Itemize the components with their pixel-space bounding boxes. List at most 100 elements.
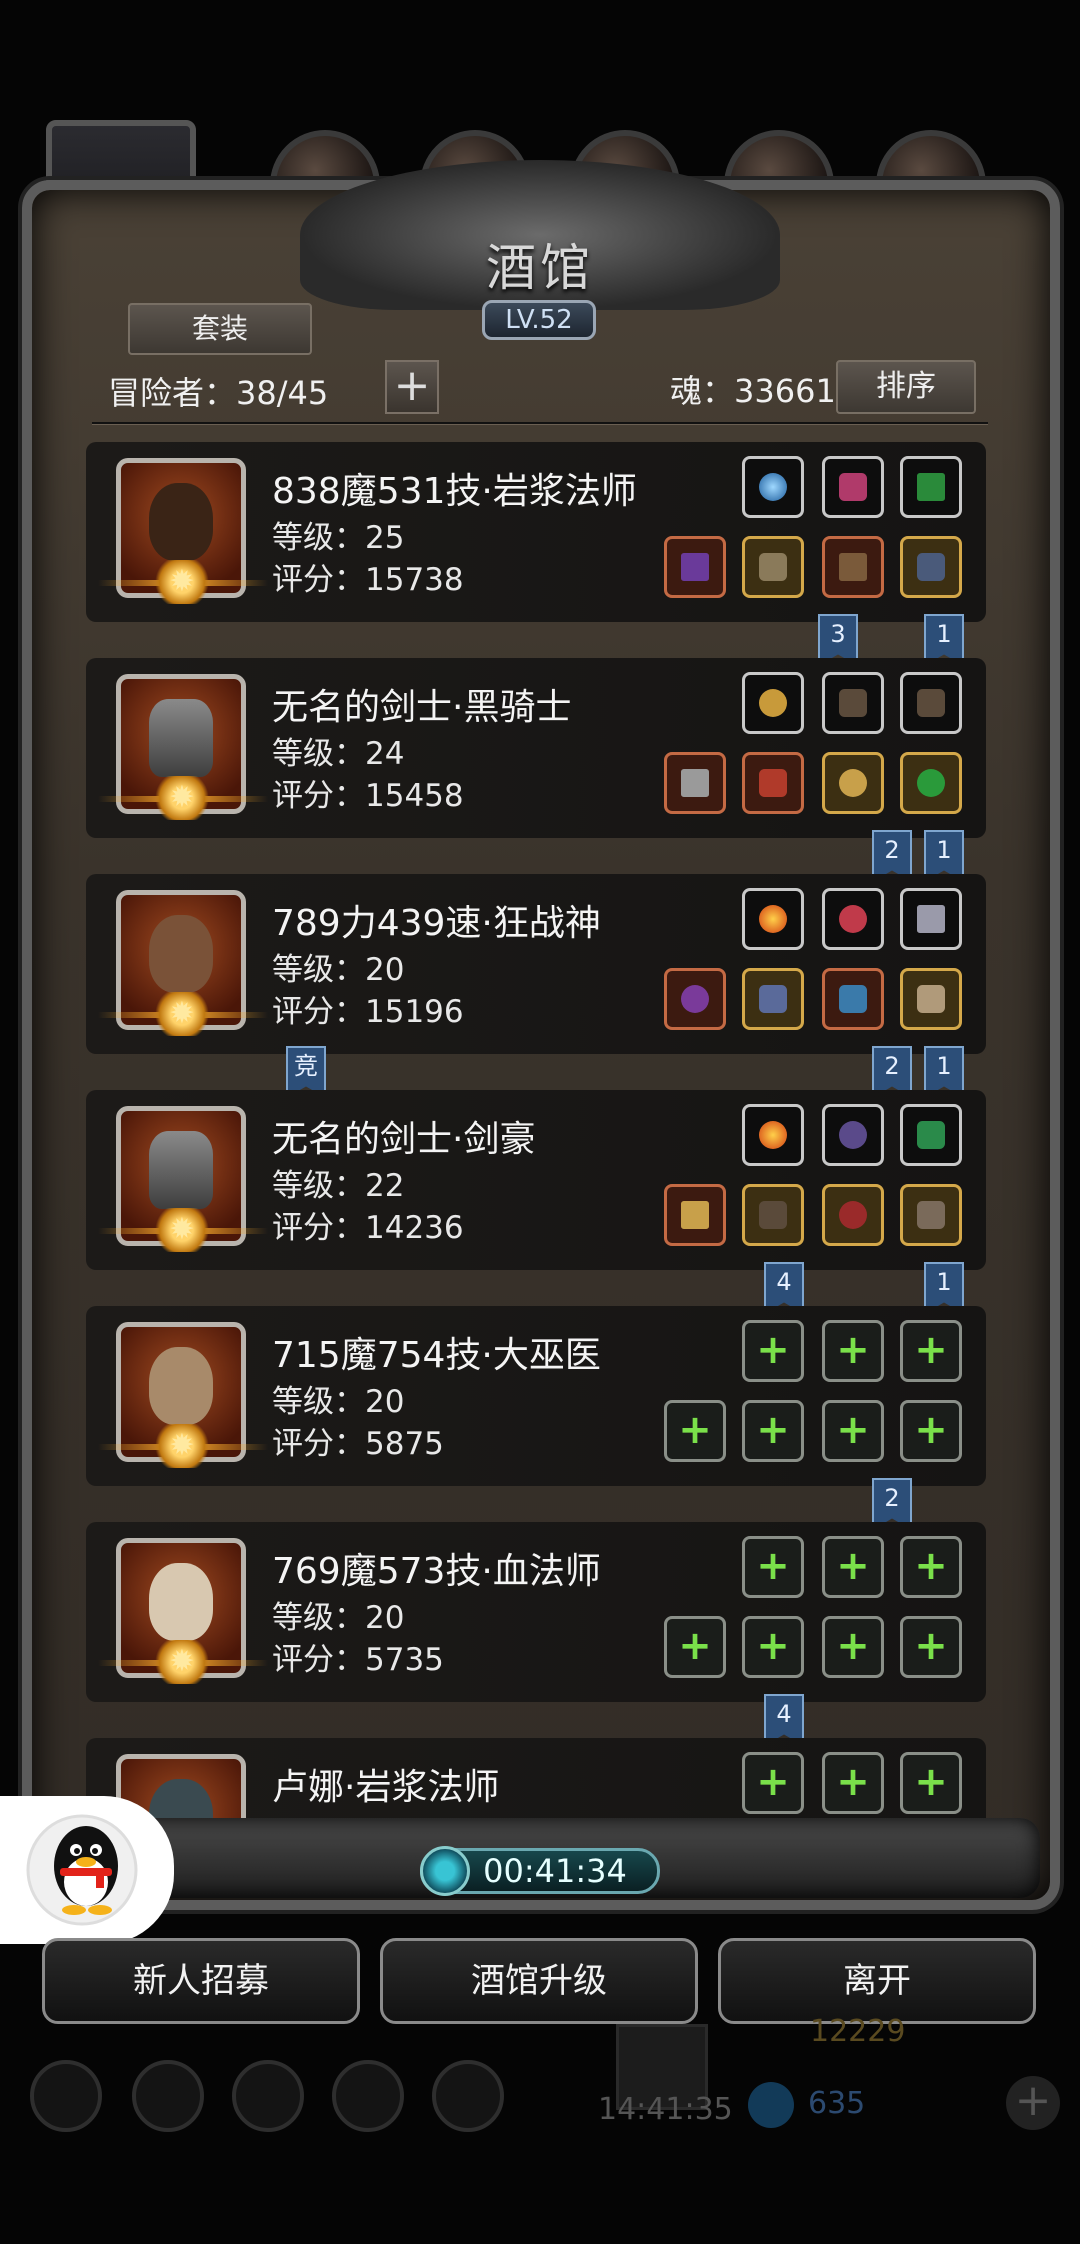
plus-icon: + xyxy=(756,1543,790,1589)
staff-weapon-icon[interactable] xyxy=(664,536,726,598)
tavern-upgrade-button[interactable]: 酒馆升级 xyxy=(380,1938,698,2024)
hero-row[interactable]: ✹ 无名的剑士·剑豪 等级：22 评分：14236 xyxy=(86,1090,986,1270)
shadow-orb-icon[interactable] xyxy=(822,1104,884,1166)
empty-slot-add[interactable]: + xyxy=(742,1400,804,1462)
hero-level: 等级：22 xyxy=(272,1168,405,1204)
empty-slot-add[interactable]: + xyxy=(742,1616,804,1678)
dragon-item-icon[interactable] xyxy=(900,1104,962,1166)
settings-icon xyxy=(30,2060,102,2132)
plus-icon: + xyxy=(914,1543,948,1589)
empty-slot-add[interactable]: + xyxy=(664,1400,726,1462)
qq-float-button[interactable] xyxy=(0,1796,174,1944)
plus-icon: + xyxy=(836,1759,870,1805)
empty-slot-add[interactable]: + xyxy=(822,1400,884,1462)
hero-level: 等级：20 xyxy=(272,1600,405,1636)
tavern-level-badge: LV.52 xyxy=(482,300,596,340)
leave-button[interactable]: 离开 xyxy=(718,1938,1036,2024)
plus-icon: + xyxy=(756,1327,790,1373)
plus-icon: + xyxy=(678,1407,712,1453)
plus-icon: + xyxy=(836,1407,870,1453)
fire-skill-icon[interactable] xyxy=(742,1104,804,1166)
hero-list[interactable]: ✹ 838魔531技·岩浆法师 等级：25 评分：15738 3 1 ✹ 无名的… xyxy=(86,442,996,1826)
gloves-item-icon[interactable] xyxy=(900,968,962,1030)
mace-weapon-icon[interactable] xyxy=(664,968,726,1030)
orb-item-icon[interactable] xyxy=(742,456,804,518)
hero-name: 无名的剑士·剑豪 xyxy=(272,1119,536,1160)
empty-slot-add[interactable]: + xyxy=(900,1400,962,1462)
empty-slot-add[interactable]: + xyxy=(822,1320,884,1382)
amulet-item-icon[interactable] xyxy=(742,672,804,734)
add-slot-button[interactable]: + xyxy=(385,360,439,414)
rank-icon xyxy=(132,2060,204,2132)
empty-slot-add[interactable]: + xyxy=(822,1752,884,1814)
hero-score: 评分：5875 xyxy=(272,1426,444,1462)
potion-item-icon[interactable] xyxy=(822,888,884,950)
empty-slot-add[interactable]: + xyxy=(900,1616,962,1678)
sort-button[interactable]: 排序 xyxy=(836,360,976,414)
rank-emblem-icon: ✹ xyxy=(152,560,212,604)
hero-score: 评分：5735 xyxy=(272,1642,444,1678)
boots-item-icon[interactable] xyxy=(900,536,962,598)
sword-weapon-icon[interactable] xyxy=(664,752,726,814)
gauntlet-item-icon[interactable] xyxy=(900,672,962,734)
boots-item-icon[interactable] xyxy=(900,1184,962,1246)
shop-icon xyxy=(432,2060,504,2132)
armor-item-icon[interactable] xyxy=(742,968,804,1030)
page-title: 酒馆 xyxy=(486,239,594,297)
hero-row[interactable]: ✹ 无名的剑士·黑骑士 等级：24 评分：15458 xyxy=(86,658,986,838)
hero-row[interactable]: ✹ 715魔754技·大巫医 等级：20 评分：5875 + + + + + +… xyxy=(86,1306,986,1486)
gold-amount: 12229 xyxy=(810,2014,906,2049)
plus-icon: + xyxy=(914,1407,948,1453)
armor-item-icon[interactable] xyxy=(742,752,804,814)
suit-button[interactable]: 套装 xyxy=(128,303,312,355)
armor-item-icon[interactable] xyxy=(742,1184,804,1246)
empty-slot-add[interactable]: + xyxy=(742,1752,804,1814)
tome-item-icon[interactable] xyxy=(900,456,962,518)
helm-item-icon[interactable] xyxy=(822,752,884,814)
empty-slot-add[interactable]: + xyxy=(822,1536,884,1598)
empty-slot-add[interactable]: + xyxy=(900,1320,962,1382)
hero-row[interactable]: 卢娜·岩浆法师 + + + xyxy=(86,1738,986,1826)
clock-icon xyxy=(420,1846,470,1896)
header-divider xyxy=(92,422,988,425)
hero-level: 等级：24 xyxy=(272,736,405,772)
recruit-button[interactable]: 新人招募 xyxy=(42,1938,360,2024)
book-item-icon[interactable] xyxy=(822,536,884,598)
plus-icon: + xyxy=(836,1543,870,1589)
empty-slot-add[interactable]: + xyxy=(664,1616,726,1678)
empty-slot-add[interactable]: + xyxy=(822,1616,884,1678)
empty-slot-add[interactable]: + xyxy=(900,1536,962,1598)
rank-emblem-icon: ✹ xyxy=(152,1424,212,1468)
bracer-item-icon[interactable] xyxy=(822,968,884,1030)
empty-slot-add[interactable]: + xyxy=(742,1320,804,1382)
hero-level: 等级：20 xyxy=(272,1384,405,1420)
plus-icon: + xyxy=(836,1623,870,1669)
mail-icon xyxy=(332,2060,404,2132)
ring-item-icon[interactable] xyxy=(900,752,962,814)
empty-slot-add[interactable]: + xyxy=(900,1752,962,1814)
plus-icon: + xyxy=(756,1407,790,1453)
hero-score: 评分：15738 xyxy=(272,562,464,598)
hero-row[interactable]: ✹ 838魔531技·岩浆法师 等级：25 评分：15738 xyxy=(86,442,986,622)
gem-icon xyxy=(748,2082,794,2128)
hero-name: 无名的剑士·黑骑士 xyxy=(272,687,572,728)
plus-icon: + xyxy=(756,1623,790,1669)
coral-item-icon[interactable] xyxy=(822,456,884,518)
emblem-item-icon[interactable] xyxy=(900,888,962,950)
hero-name: 838魔531技·岩浆法师 xyxy=(272,471,637,512)
guild-icon xyxy=(232,2060,304,2132)
plus-icon: + xyxy=(756,1759,790,1805)
plus-icon: + xyxy=(836,1327,870,1373)
background-clock: 14:41:35 xyxy=(598,2092,733,2127)
hero-row[interactable]: ✹ 769魔573技·血法师 等级：20 评分：5735 + + + + + +… xyxy=(86,1522,986,1702)
gauntlet-item-icon[interactable] xyxy=(822,672,884,734)
helm-item-icon[interactable] xyxy=(822,1184,884,1246)
sword-weapon-icon[interactable] xyxy=(664,1184,726,1246)
hero-score: 评分：15458 xyxy=(272,778,464,814)
fire-skill-icon[interactable] xyxy=(742,888,804,950)
hero-row[interactable]: ✹ 789力439速·狂战神 等级：20 评分：15196 xyxy=(86,874,986,1054)
plus-icon: + xyxy=(914,1759,948,1805)
armor-item-icon[interactable] xyxy=(742,536,804,598)
empty-slot-add[interactable]: + xyxy=(742,1536,804,1598)
hero-name: 789力439速·狂战神 xyxy=(272,903,601,944)
